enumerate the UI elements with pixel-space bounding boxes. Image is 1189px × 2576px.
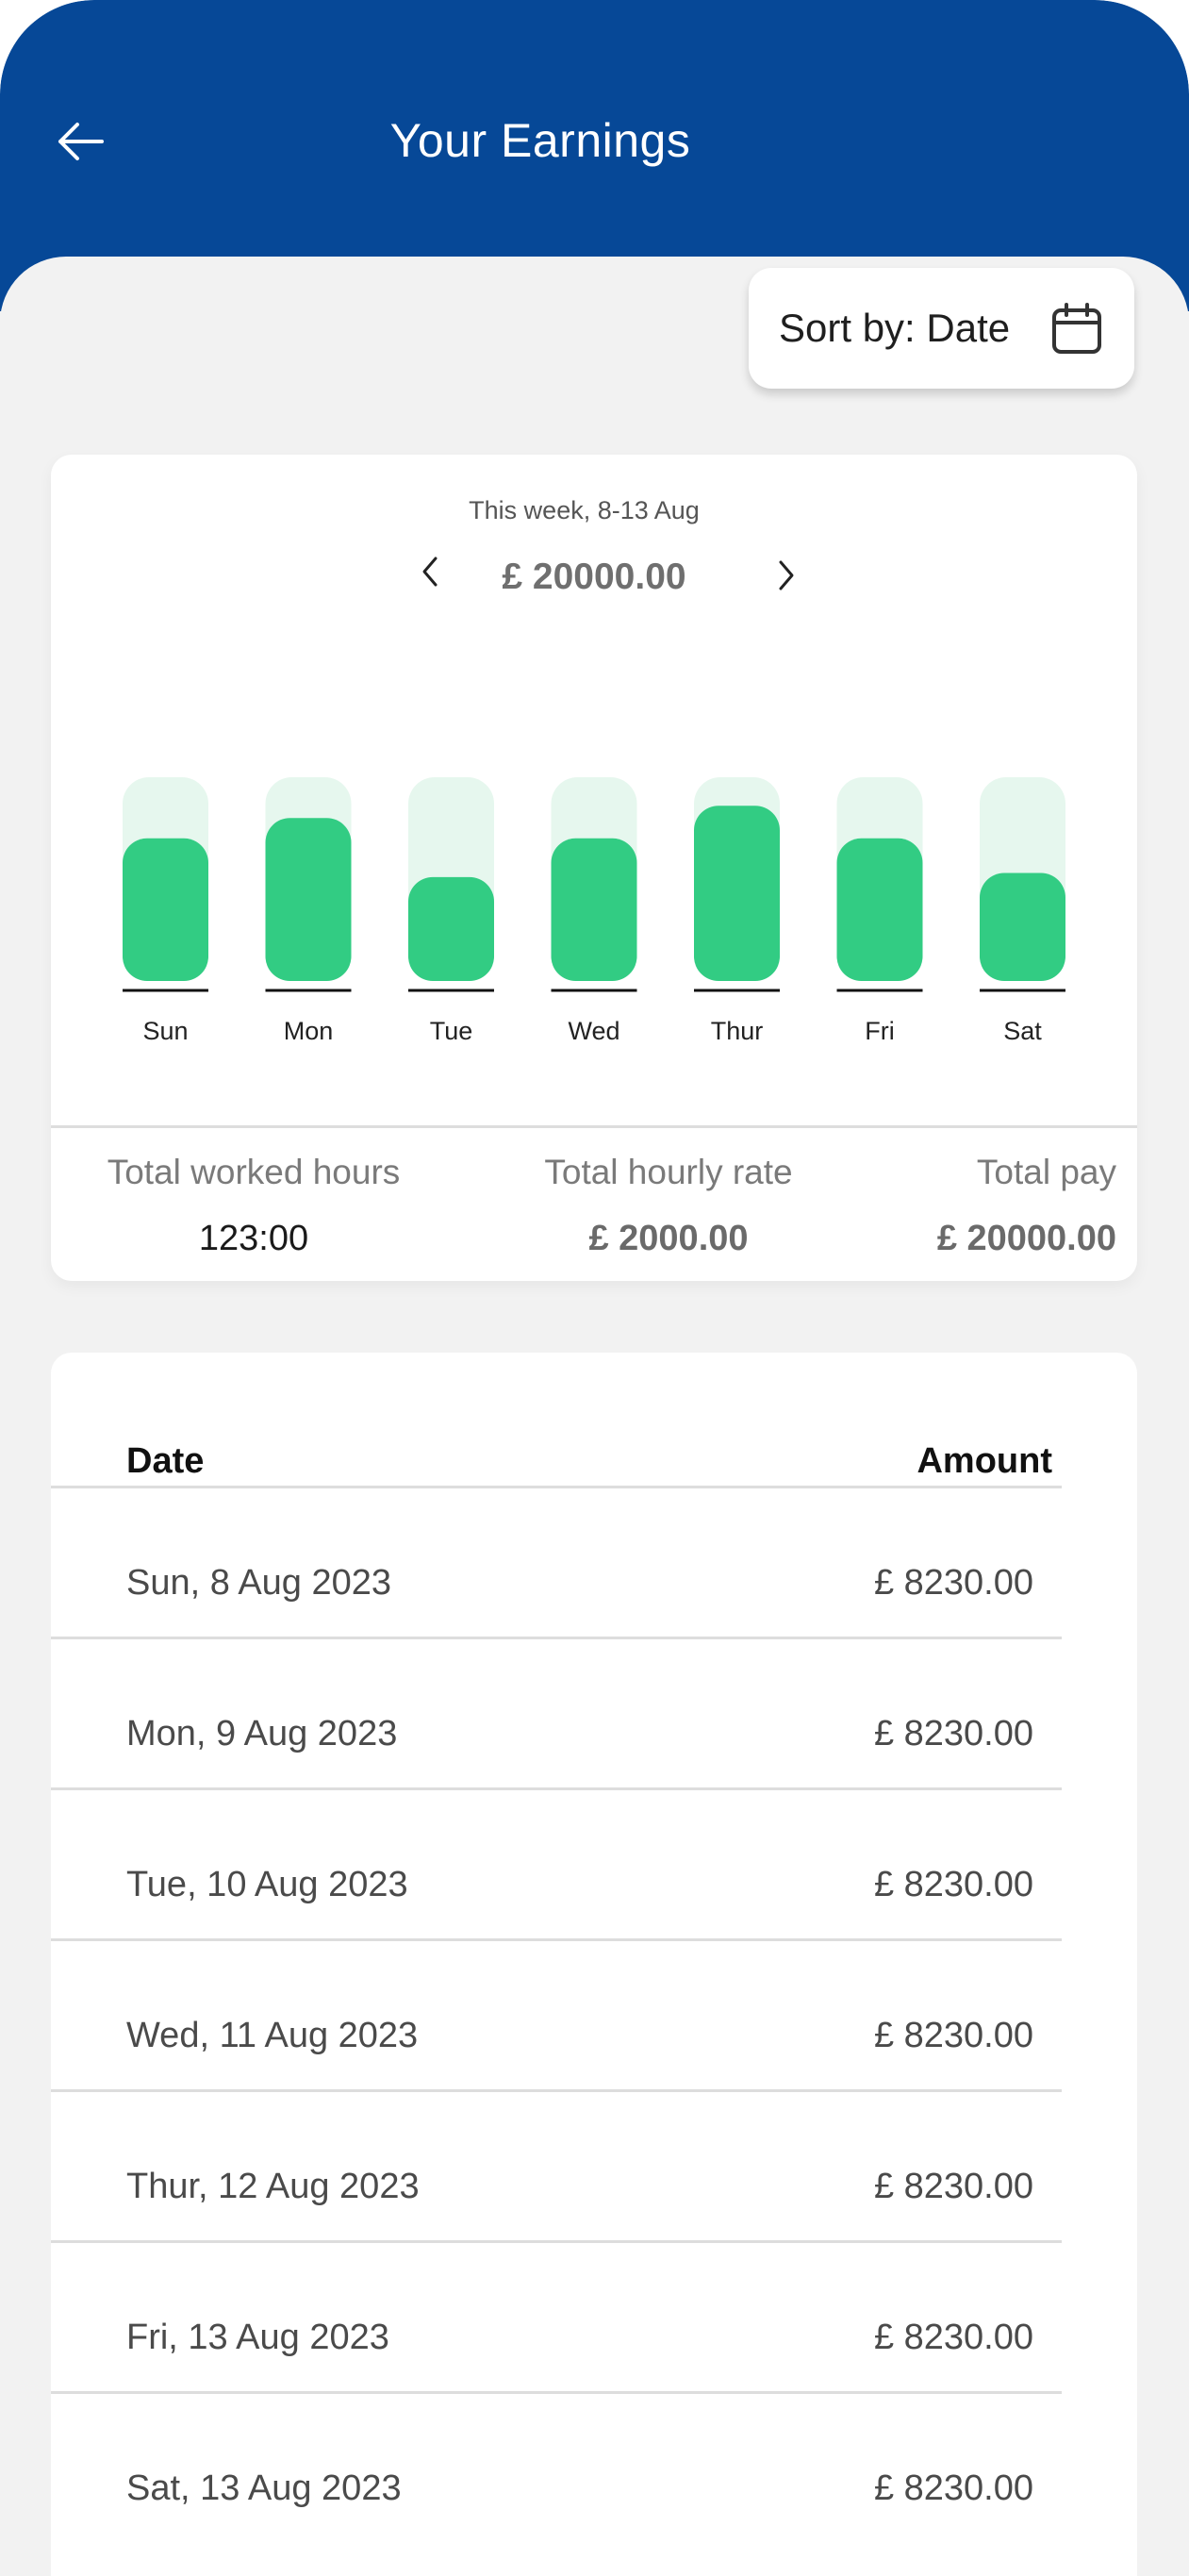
total-hourly-rate-label: Total hourly rate bbox=[544, 1153, 793, 1191]
amount-column-header: Amount bbox=[917, 1441, 1052, 1481]
total-worked-hours-label: Total worked hours bbox=[107, 1153, 401, 1191]
x-tick-label: Mon bbox=[284, 1017, 334, 1045]
x-tick-label: Tue bbox=[430, 1017, 473, 1045]
x-tick-label: Sat bbox=[1003, 1017, 1042, 1045]
x-tick-label: Wed bbox=[568, 1017, 619, 1045]
row-amount: £ 8230.00 bbox=[873, 1714, 1033, 1753]
row-date: Thur, 12 Aug 2023 bbox=[126, 2167, 420, 2206]
row-date: Mon, 9 Aug 2023 bbox=[126, 1714, 398, 1753]
list-item[interactable]: Mon, 9 Aug 2023 £ 8230.00 bbox=[51, 1639, 1062, 1790]
row-amount: £ 8230.00 bbox=[873, 2167, 1033, 2206]
x-tick-label: Thur bbox=[711, 1017, 764, 1045]
list-item[interactable]: Fri, 13 Aug 2023 £ 8230.00 bbox=[51, 2243, 1062, 2394]
row-date: Tue, 10 Aug 2023 bbox=[126, 1865, 408, 1904]
bar-wed[interactable] bbox=[551, 838, 637, 981]
daily-earnings-bar-chart: Sun Mon Tue Wed Thur Fri Sat bbox=[123, 777, 1065, 1045]
row-amount: £ 8230.00 bbox=[873, 1563, 1033, 1603]
page-title: Your Earnings bbox=[389, 114, 691, 167]
list-item[interactable]: Sun, 8 Aug 2023 £ 8230.00 bbox=[51, 1488, 1062, 1639]
sort-by-button[interactable]: Sort by: Date bbox=[749, 268, 1134, 389]
row-date: Sat, 13 Aug 2023 bbox=[126, 2468, 402, 2508]
date-column-header: Date bbox=[126, 1441, 205, 1481]
chart-divider bbox=[51, 1125, 1137, 1128]
list-item[interactable]: Tue, 10 Aug 2023 £ 8230.00 bbox=[51, 1790, 1062, 1941]
sort-by-label: Sort by: Date bbox=[779, 306, 1011, 350]
earnings-chart-card: This week, 8-13 Aug £ 20000.00 Sun Mon Tue… bbox=[51, 455, 1137, 1281]
bar-fri[interactable] bbox=[836, 838, 923, 981]
bar-sun[interactable] bbox=[123, 838, 208, 981]
x-tick-label: Fri bbox=[865, 1017, 894, 1045]
bar-mon[interactable] bbox=[265, 818, 352, 981]
bar-sat[interactable] bbox=[980, 873, 1065, 981]
list-item[interactable]: Sat, 13 Aug 2023 £ 8230.00 bbox=[51, 2394, 1062, 2545]
app-screen: Your Earnings Sort by: Date This week, 8… bbox=[0, 0, 1189, 2576]
total-worked-hours: Total worked hours 123:00 bbox=[79, 1153, 428, 1259]
row-amount: £ 8230.00 bbox=[873, 2468, 1033, 2508]
list-item[interactable]: Wed, 11 Aug 2023 £ 8230.00 bbox=[51, 1941, 1062, 2092]
total-hourly-rate: Total hourly rate £ 2000.00 bbox=[513, 1153, 824, 1259]
total-worked-hours-value: 123:00 bbox=[198, 1219, 309, 1258]
bar-tue[interactable] bbox=[408, 876, 494, 981]
total-pay-label: Total pay bbox=[976, 1153, 1116, 1191]
row-date: Wed, 11 Aug 2023 bbox=[126, 2016, 419, 2055]
row-amount: £ 8230.00 bbox=[873, 2016, 1033, 2055]
x-tick-label: Sun bbox=[142, 1017, 188, 1045]
list-item[interactable]: Thur, 12 Aug 2023 £ 8230.00 bbox=[51, 2092, 1062, 2243]
row-date: Sun, 8 Aug 2023 bbox=[126, 1563, 392, 1603]
total-hourly-rate-value: £ 2000.00 bbox=[588, 1219, 749, 1258]
total-pay-value: £ 20000.00 bbox=[936, 1219, 1116, 1258]
row-amount: £ 8230.00 bbox=[873, 2318, 1033, 2357]
bar-thur[interactable] bbox=[694, 806, 780, 981]
row-amount: £ 8230.00 bbox=[873, 1865, 1033, 1904]
total-pay: Total pay £ 20000.00 bbox=[900, 1153, 1126, 1259]
list-header: Date Amount bbox=[51, 1413, 1062, 1488]
calendar-icon bbox=[1052, 303, 1101, 354]
row-date: Fri, 13 Aug 2023 bbox=[126, 2318, 389, 2357]
